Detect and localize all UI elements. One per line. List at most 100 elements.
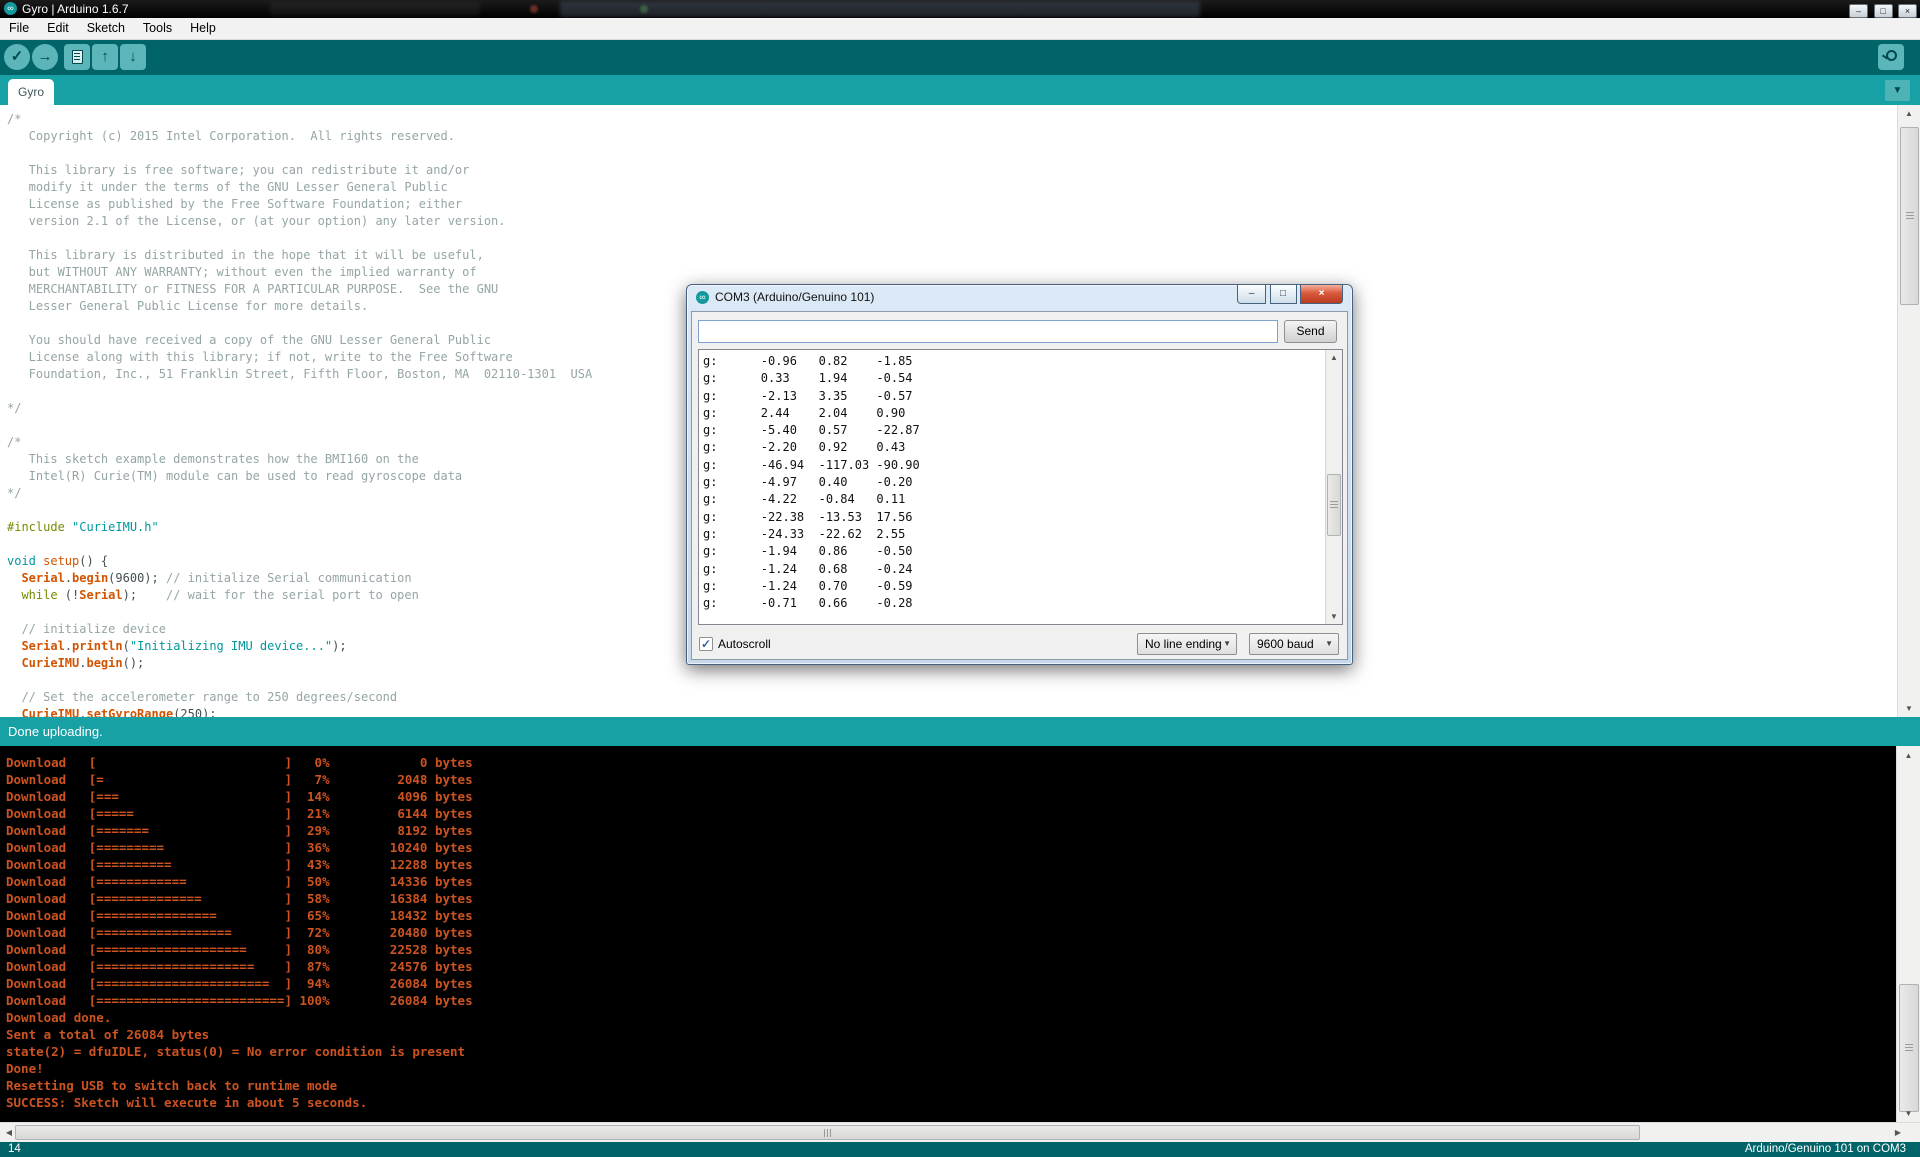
code-line: Copyright (c) 2015 Intel Corporation. Al… [7, 128, 592, 145]
serial-data-row: g: -2.13 3.35 -0.57 [703, 388, 920, 405]
new-sketch-button[interactable] [64, 44, 90, 70]
console-line: Download [============ ] 50% 14336 bytes [6, 873, 473, 890]
code-line: MERCHANTABILITY or FITNESS FOR A PARTICU… [7, 281, 592, 298]
arduino-ide-window: ∞ Gyro | Arduino 1.6.7 – □ × FileEditSke… [0, 0, 1920, 1157]
autoscroll-checkbox[interactable]: ✓ [699, 637, 713, 651]
upload-button[interactable]: → [32, 44, 58, 70]
menu-help[interactable]: Help [181, 18, 225, 35]
console-line: SUCCESS: Sketch will execute in about 5 … [6, 1094, 473, 1111]
code-line: License as published by the Free Softwar… [7, 196, 592, 213]
code-line [7, 315, 592, 332]
status-message-bar: Done uploading. [0, 717, 1920, 746]
menu-edit[interactable]: Edit [38, 18, 78, 35]
serial-monitor-controls: ✓ Autoscroll No line ending ▼ 9600 baud … [692, 629, 1347, 659]
code-line: Foundation, Inc., 51 Franklin Street, Fi… [7, 366, 592, 383]
code-line [7, 383, 592, 400]
chevron-down-icon: ▼ [1223, 634, 1231, 654]
editor-scrollbar-thumb[interactable] [1900, 127, 1919, 305]
code-line [7, 417, 592, 434]
code-line: /* [7, 434, 592, 451]
maximize-button[interactable]: □ [1270, 285, 1297, 304]
menu-bar: FileEditSketchToolsHelp [0, 18, 1920, 40]
close-button[interactable]: × [1898, 4, 1917, 18]
scroll-up-icon[interactable]: ▲ [1897, 751, 1920, 760]
serial-scrollbar-thumb[interactable] [1327, 474, 1341, 536]
code-line: This sketch example demonstrates how the… [7, 451, 592, 468]
chevron-down-icon: ▼ [1893, 85, 1903, 96]
scroll-up-icon[interactable]: ▲ [1898, 109, 1920, 118]
serial-data-row: g: -4.22 -0.84 0.11 [703, 491, 920, 508]
editor-vertical-scrollbar[interactable]: ▲ ▼ [1897, 105, 1920, 717]
scroll-right-icon[interactable]: ▶ [1892, 1128, 1904, 1137]
serial-monitor-title: COM3 (Arduino/Genuino 101) [715, 290, 874, 304]
serial-output-area: g: -0.96 0.82 -1.85g: 0.33 1.94 -0.54g: … [698, 349, 1343, 625]
serial-monitor-button[interactable] [1878, 44, 1904, 70]
code-line [7, 230, 592, 247]
save-sketch-button[interactable]: ↓ [120, 44, 146, 70]
magnifier-icon [1886, 50, 1897, 61]
status-message: Done uploading. [8, 724, 103, 739]
maximize-button[interactable]: □ [1874, 4, 1893, 18]
console-line: Download done. [6, 1009, 473, 1026]
scroll-down-icon[interactable]: ▼ [1897, 1109, 1920, 1118]
serial-input-field[interactable] [698, 320, 1278, 343]
titlebar-ghost [270, 2, 480, 16]
line-ending-dropdown[interactable]: No line ending ▼ [1137, 633, 1237, 655]
code-line: You should have received a copy of the G… [7, 332, 592, 349]
code-line [7, 604, 592, 621]
console-line: Download [======= ] 29% 8192 bytes [6, 822, 473, 839]
scroll-down-icon[interactable]: ▼ [1326, 612, 1342, 621]
line-number-indicator: 14 [8, 1143, 21, 1155]
serial-monitor-titlebar[interactable]: ∞ COM3 (Arduino/Genuino 101) – □ × [687, 285, 1352, 311]
scroll-left-icon[interactable]: ◀ [3, 1128, 15, 1137]
window-controls: – □ × [1848, 1, 1917, 19]
menu-sketch[interactable]: Sketch [78, 18, 134, 35]
horizontal-scrollbar-thumb[interactable] [15, 1125, 1640, 1140]
code-line: /* [7, 111, 592, 128]
serial-monitor-window-controls: – □ × [1237, 285, 1343, 304]
check-icon: ✓ [11, 48, 24, 65]
open-sketch-button[interactable]: ↑ [92, 44, 118, 70]
serial-data-row: g: -5.40 0.57 -22.87 [703, 422, 920, 439]
close-button[interactable]: × [1300, 285, 1343, 304]
window-title: Gyro | Arduino 1.6.7 [22, 2, 129, 16]
menu-tools[interactable]: Tools [134, 18, 181, 35]
code-line [7, 145, 592, 162]
menu-file[interactable]: File [0, 18, 38, 35]
horizontal-scrollbar[interactable]: ◀ ▶ [0, 1122, 1920, 1142]
arduino-logo-icon: ∞ [696, 291, 709, 304]
serial-data-row: g: -0.96 0.82 -1.85 [703, 353, 920, 370]
serial-data-row: g: -24.33 -22.62 2.55 [703, 526, 920, 543]
code-line: #include "CurieIMU.h" [7, 519, 592, 536]
code-line [7, 536, 592, 553]
console-line: Download [= ] 7% 2048 bytes [6, 771, 473, 788]
console-line: Download [======================= ] 94% … [6, 975, 473, 992]
console-line: Download [ ] 0% 0 bytes [6, 754, 473, 771]
arrow-down-icon: ↓ [129, 48, 137, 65]
code-line [7, 672, 592, 689]
verify-button[interactable]: ✓ [4, 44, 30, 70]
serial-monitor-window: ∞ COM3 (Arduino/Genuino 101) – □ × Send … [686, 284, 1353, 665]
console-line: Download [===== ] 21% 6144 bytes [6, 805, 473, 822]
board-port-indicator: Arduino/Genuino 101 on COM3 [1745, 1143, 1906, 1155]
minimize-button[interactable]: – [1237, 285, 1266, 304]
send-button[interactable]: Send [1284, 320, 1337, 343]
console-line: Download [============== ] 58% 16384 byt… [6, 890, 473, 907]
serial-vertical-scrollbar[interactable]: ▲ ▼ [1325, 350, 1342, 624]
scroll-down-icon[interactable]: ▼ [1898, 704, 1920, 713]
code-line: // Set the accelerometer range to 250 de… [7, 689, 592, 706]
console-line: Done! [6, 1060, 473, 1077]
tab-menu-button[interactable]: ▼ [1885, 80, 1910, 101]
serial-data-row: g: -0.71 0.66 -0.28 [703, 595, 920, 612]
serial-data-row: g: -2.20 0.92 0.43 [703, 439, 920, 456]
console-vertical-scrollbar[interactable]: ▲ ▼ [1896, 746, 1920, 1122]
baud-rate-dropdown[interactable]: 9600 baud ▼ [1249, 633, 1339, 655]
console-line: Download [========== ] 43% 12288 bytes [6, 856, 473, 873]
tab-gyro[interactable]: Gyro [8, 79, 54, 105]
serial-data-row: g: -46.94 -117.03 -90.90 [703, 457, 920, 474]
scroll-up-icon[interactable]: ▲ [1326, 353, 1342, 362]
console-scrollbar-thumb[interactable] [1899, 984, 1919, 1112]
code-line: This library is free software; you can r… [7, 162, 592, 179]
titlebar-ghost-dot [640, 5, 648, 13]
minimize-button[interactable]: – [1849, 4, 1868, 18]
